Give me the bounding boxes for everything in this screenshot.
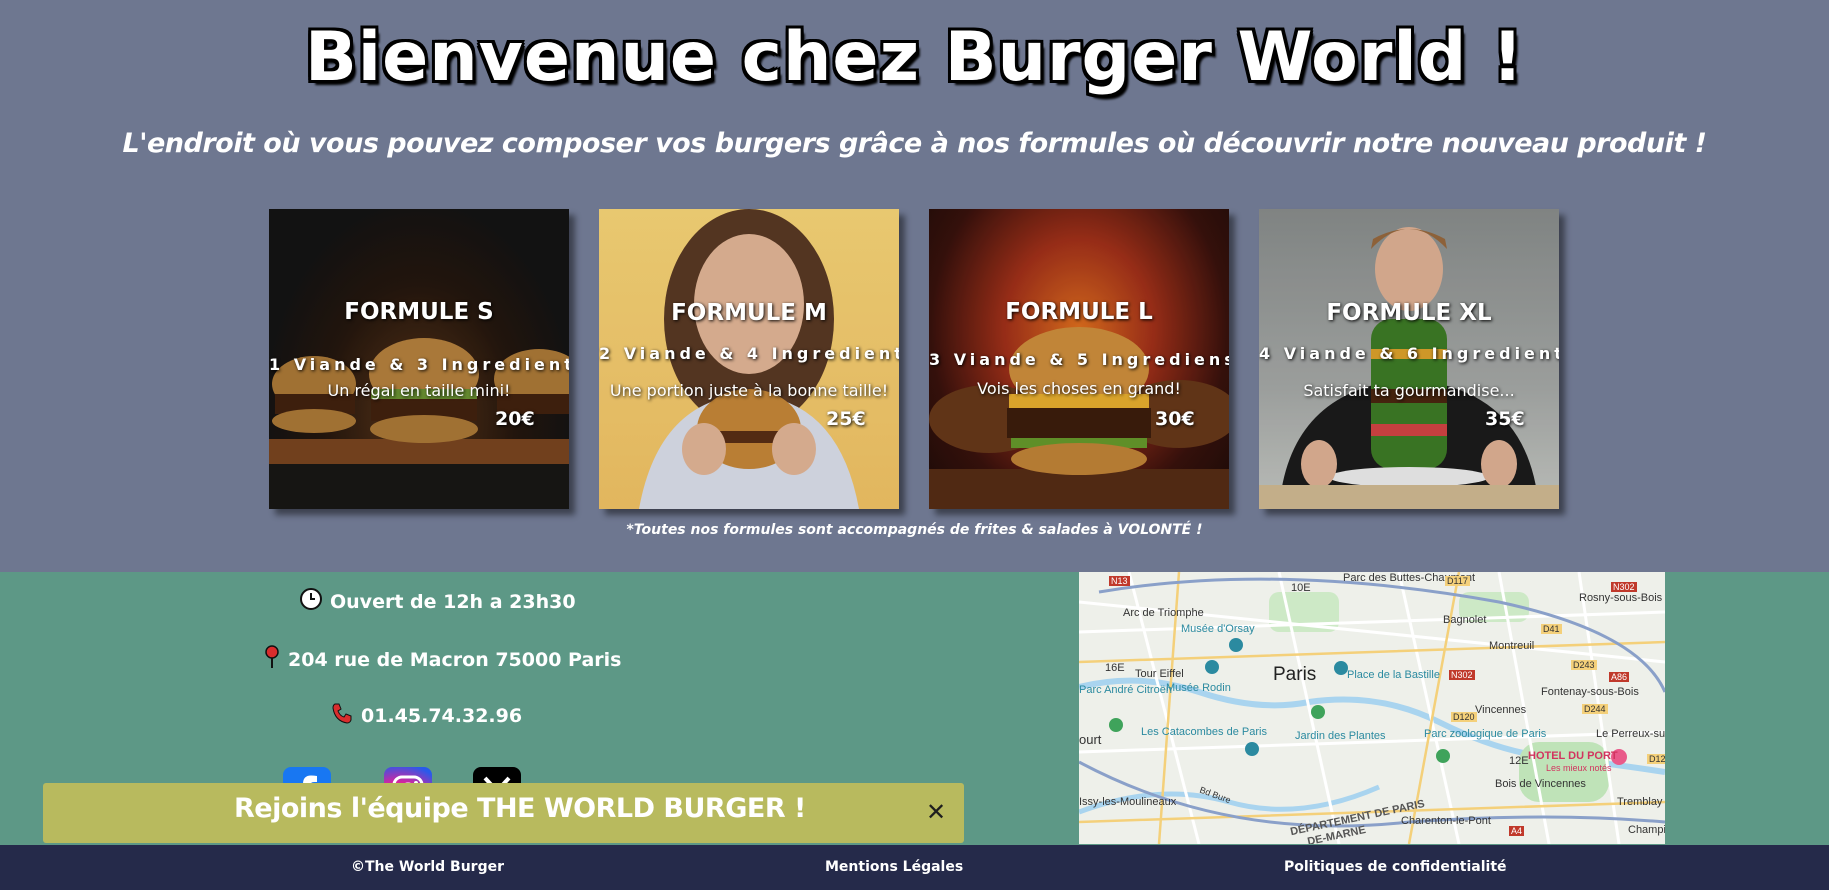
- formula-card-m[interactable]: FORMULE M 2 Viande & 4 Ingredients Une p…: [599, 209, 899, 509]
- opening-hours: Ouvert de 12h a 23h30: [300, 588, 576, 615]
- formula-card-xl[interactable]: FORMULE XL 4 Viande & 6 Ingredients Sati…: [1259, 209, 1559, 509]
- banner-text: Rejoins l'équipe THE WORLD BURGER !: [234, 793, 806, 824]
- privacy-policy-link[interactable]: Politiques de confidentialité: [1284, 859, 1507, 875]
- phone-number[interactable]: 01.45.74.32.96: [331, 702, 522, 729]
- formula-card-s[interactable]: FORMULE S 1 Viande & 3 Ingredients Un ré…: [269, 209, 569, 509]
- hero-section: Bienvenue chez Burger World ! L'endroit …: [0, 0, 1829, 572]
- formula-price: 30€: [1155, 408, 1195, 430]
- clock-icon: [300, 588, 322, 615]
- copyright-text: ©The World Burger: [351, 859, 505, 875]
- page-title: Bienvenue chez Burger World !: [304, 18, 1525, 97]
- location-map[interactable]: Arc de Triomphe Musée d'Orsay Tour Eiffe…: [1079, 572, 1665, 844]
- legal-notice-link[interactable]: Mentions Légales: [825, 859, 963, 875]
- formula-title: FORMULE L: [1005, 299, 1153, 325]
- formula-title: FORMULE M: [671, 300, 827, 326]
- formula-description: Satisfait ta gourmandise...: [1303, 381, 1515, 400]
- formula-card-l[interactable]: FORMULE L 3 Viande & 5 Ingrediens Vois l…: [929, 209, 1229, 509]
- formula-ingredients: 4 Viande & 6 Ingredients: [1259, 344, 1559, 363]
- pin-icon: [264, 645, 280, 674]
- phone-icon: [331, 702, 353, 729]
- close-icon[interactable]: ✕: [921, 797, 951, 827]
- formula-ingredients: 3 Viande & 5 Ingrediens: [929, 350, 1229, 369]
- formula-title: FORMULE XL: [1326, 300, 1492, 326]
- formula-price: 25€: [826, 408, 866, 430]
- address: 204 rue de Macron 75000 Paris: [264, 645, 621, 674]
- formula-ingredients: 2 Viande & 4 Ingredients: [599, 344, 899, 363]
- formula-ingredients: 1 Viande & 3 Ingredients: [269, 355, 569, 374]
- formula-description: Un régal en taille mini!: [327, 381, 511, 400]
- formula-description: Une portion juste à la bonne taille!: [609, 381, 889, 400]
- formula-title: FORMULE S: [344, 299, 494, 325]
- formulas-note: *Toutes nos formules sont accompagnés de…: [626, 522, 1203, 538]
- formula-price: 35€: [1485, 408, 1525, 430]
- formula-price: 20€: [495, 408, 535, 430]
- formula-description: Vois les choses en grand!: [977, 379, 1181, 398]
- footer: ©The World Burger Mentions Légales Polit…: [0, 845, 1829, 890]
- recruitment-banner[interactable]: Rejoins l'équipe THE WORLD BURGER ! ✕: [43, 783, 964, 843]
- page-subtitle: L'endroit où vous pouvez composer vos bu…: [122, 128, 1707, 159]
